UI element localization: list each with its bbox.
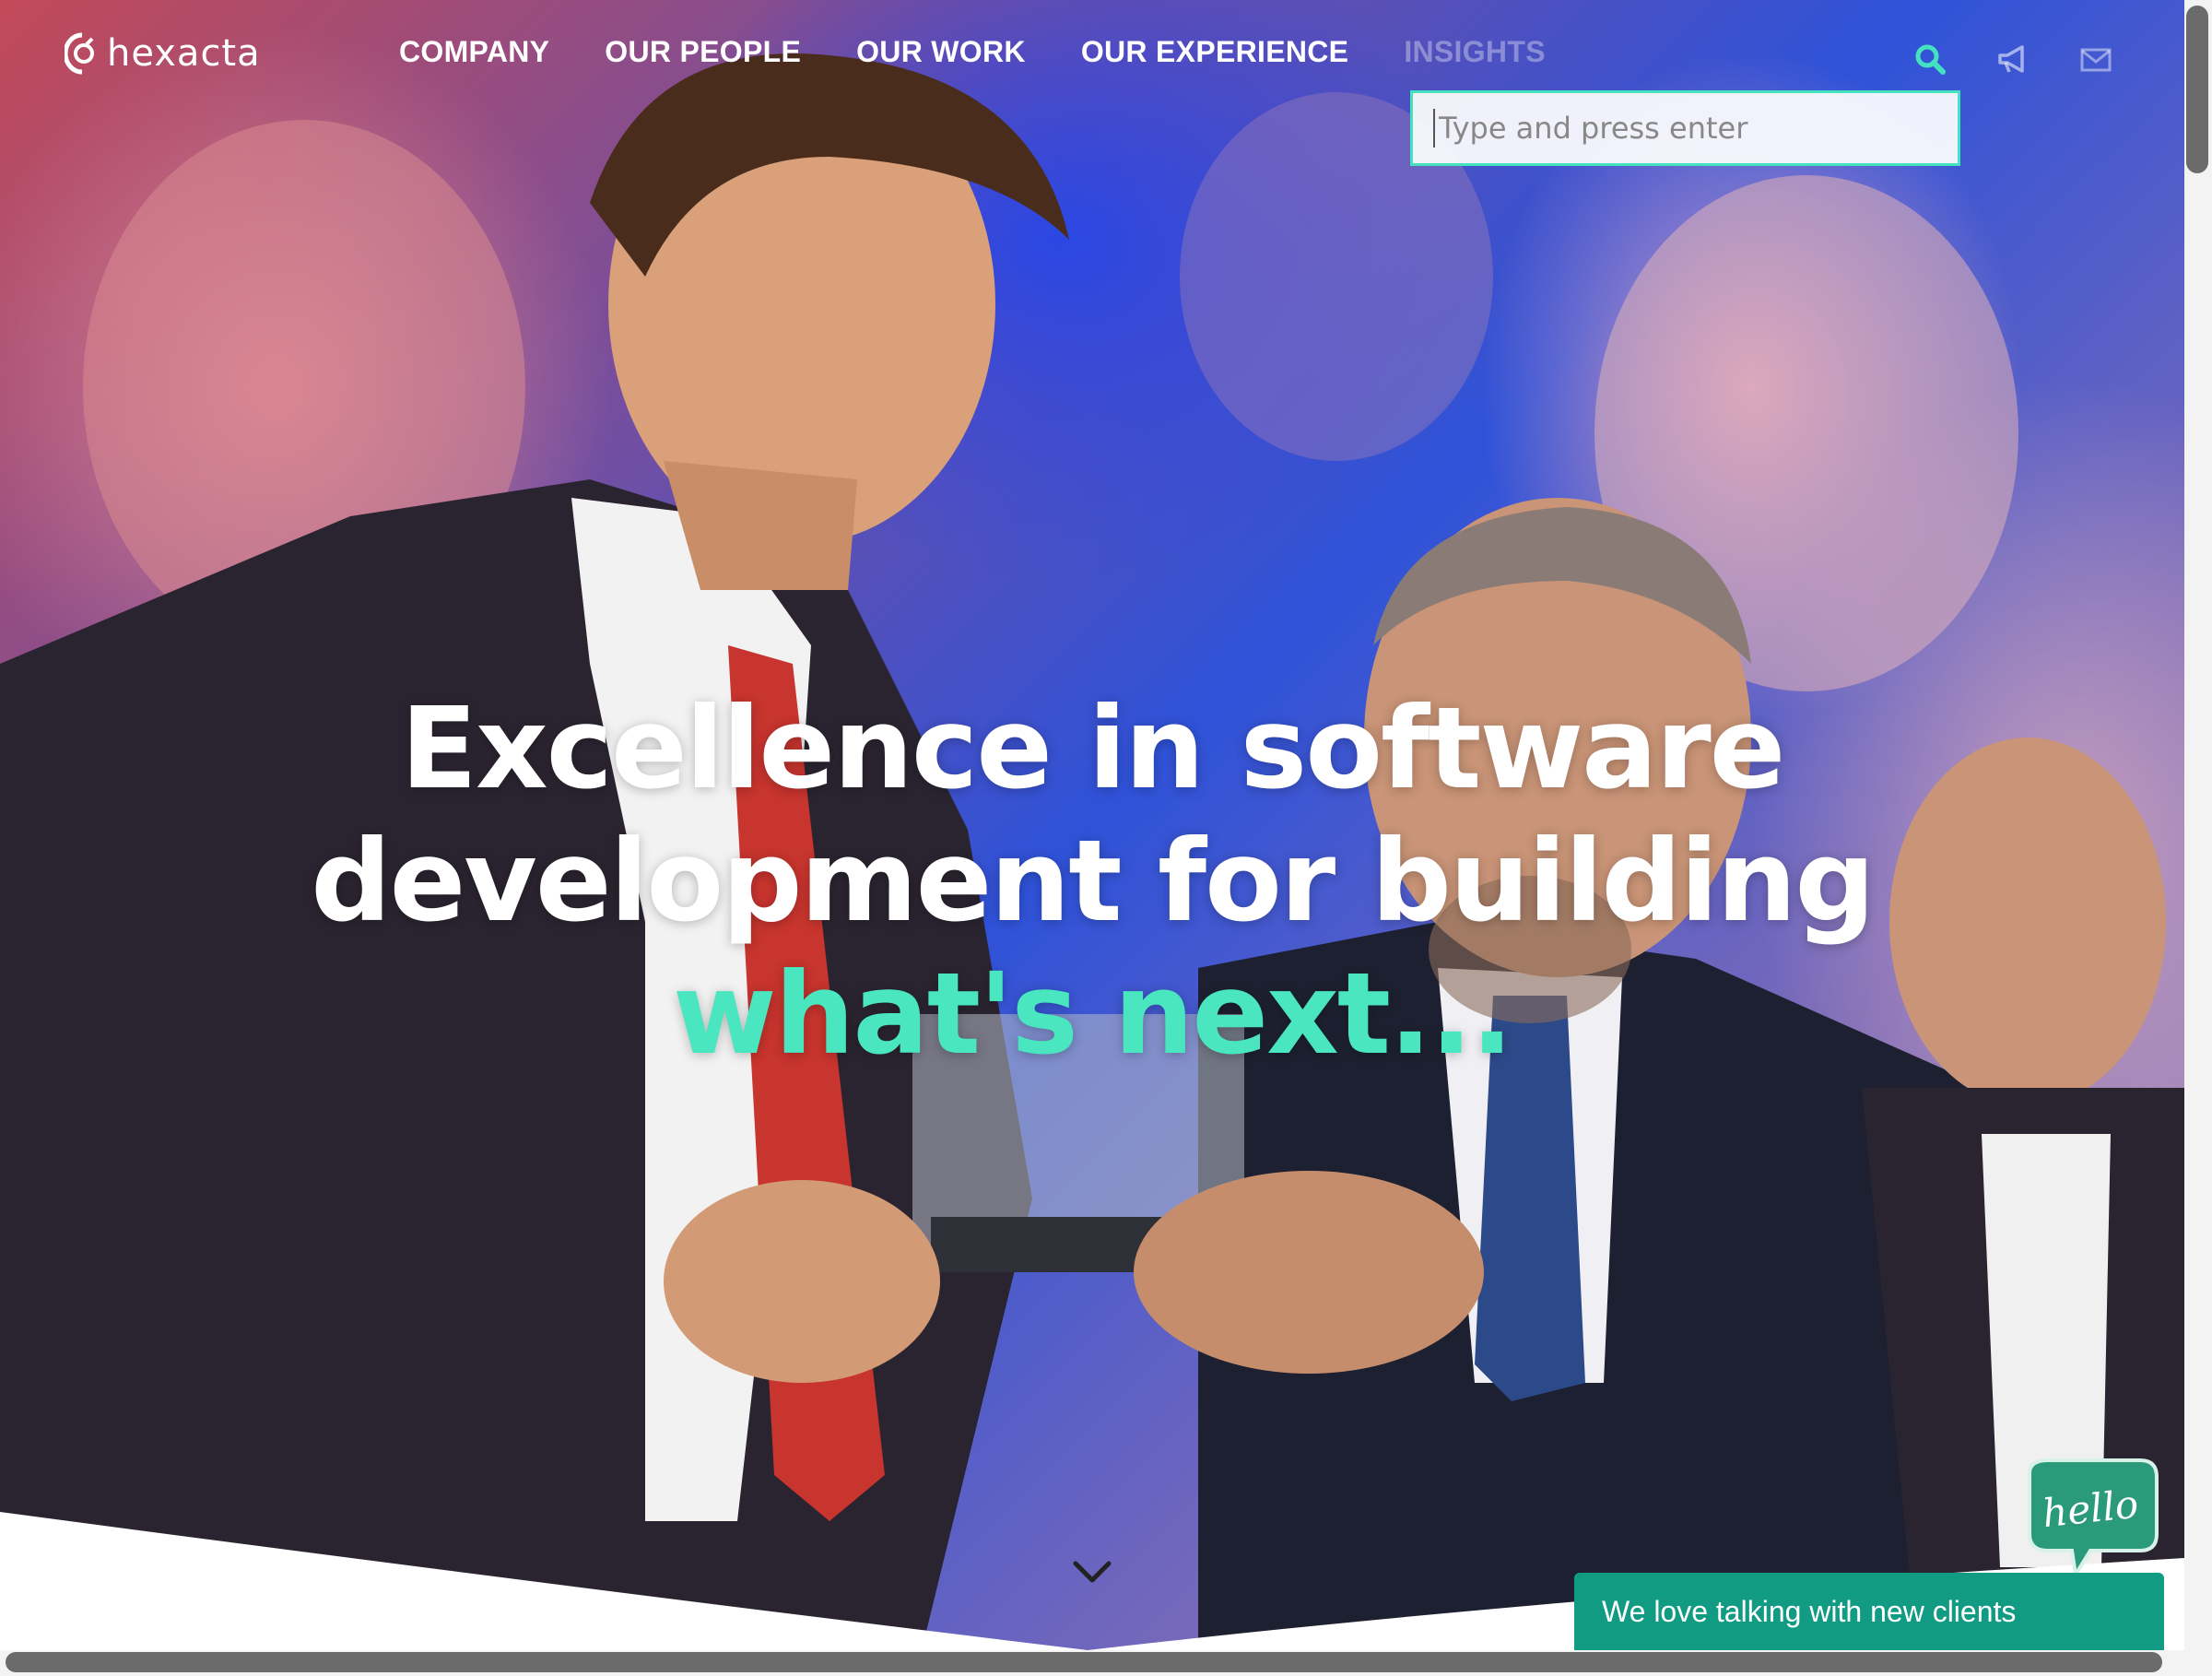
nav-item-insights[interactable]: INSIGHTS [1404,35,1546,69]
brand-logo[interactable]: hexacta [65,26,261,81]
search-input[interactable] [1433,109,1958,148]
hero-headline-line-1: Excellence in software [400,683,1786,814]
nav-item-company[interactable]: COMPANY [399,35,549,69]
hero-headline: Excellence in software development for b… [0,682,2184,1080]
nav-item-our-people[interactable]: OUR PEOPLE [605,35,801,69]
search-icon[interactable] [1913,42,1947,76]
envelope-icon[interactable] [2079,42,2112,76]
horizontal-scrollbar-thumb[interactable] [6,1652,2162,1672]
hero-headline-accent: what's next... [672,949,1513,1080]
nav-item-our-work[interactable]: OUR WORK [856,35,1026,69]
vertical-scrollbar-track[interactable] [2184,0,2212,1676]
megaphone-icon[interactable] [1996,42,2030,76]
nav-item-our-experience[interactable]: OUR EXPERIENCE [1081,35,1348,69]
main-nav: COMPANY OUR PEOPLE OUR WORK OUR EXPERIEN… [399,35,1601,69]
hexacta-logo-icon [65,32,94,75]
hero-headline-line-2: development for building [311,816,1876,947]
chat-launcher-text: We love talking with new clients [1602,1594,2017,1628]
vertical-scrollbar-thumb[interactable] [2186,6,2208,173]
chat-hello-bubble[interactable]: hello [2011,1455,2168,1584]
brand-name: hexacta [107,32,261,75]
search-box[interactable] [1410,90,1960,166]
chat-launcher-bar[interactable]: We love talking with new clients [1574,1573,2164,1650]
chevron-down-icon[interactable] [1072,1558,1112,1586]
